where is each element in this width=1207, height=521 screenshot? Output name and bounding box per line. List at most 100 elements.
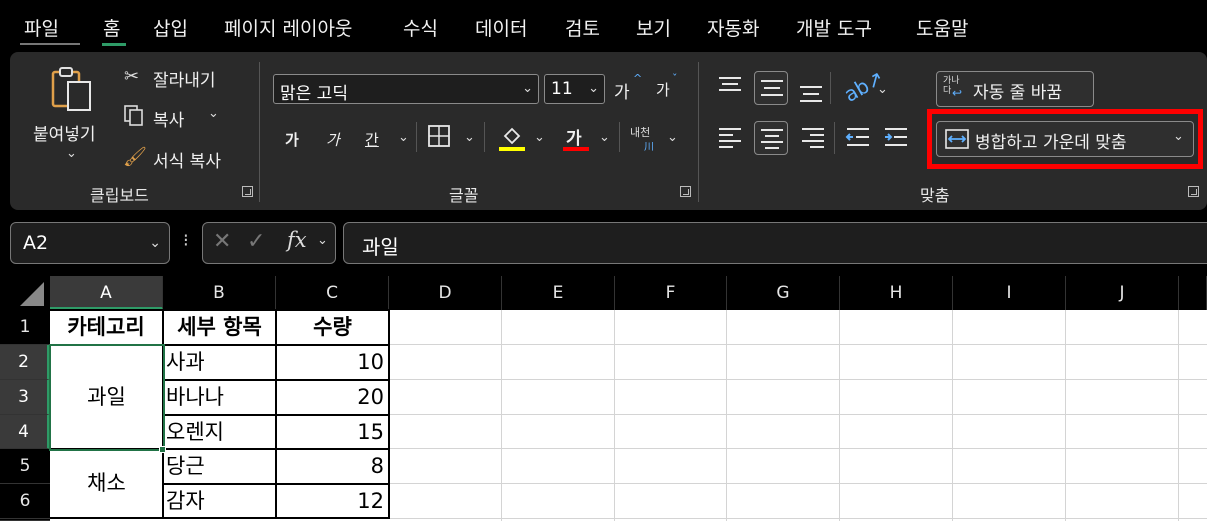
clipboard-launcher-icon[interactable] bbox=[242, 186, 253, 197]
row-header-5[interactable]: 5 bbox=[0, 449, 50, 484]
cell-c4[interactable]: 15 bbox=[279, 416, 384, 448]
cell-b4[interactable]: 오렌지 bbox=[166, 416, 274, 448]
orientation-dropdown-chevron-icon[interactable]: ⌄ bbox=[877, 82, 888, 97]
font-name-select[interactable]: 맑은 고딕 ⌄ bbox=[273, 74, 539, 104]
paste-dropdown-chevron-icon[interactable]: ⌄ bbox=[66, 146, 77, 161]
align-top-icon[interactable] bbox=[719, 77, 741, 95]
column-header-i[interactable]: I bbox=[953, 276, 1066, 310]
cell-b1[interactable]: 세부 항목 bbox=[164, 311, 275, 344]
row-header-3[interactable]: 3 bbox=[0, 380, 50, 415]
column-header-f[interactable]: F bbox=[615, 276, 727, 310]
align-left-icon[interactable] bbox=[719, 128, 741, 148]
formula-value: 과일 bbox=[362, 235, 399, 259]
alignment-launcher-icon[interactable] bbox=[1188, 186, 1199, 197]
row-header-1[interactable]: 1 bbox=[0, 310, 50, 345]
insert-function-button[interactable]: fx bbox=[287, 228, 307, 252]
column-header-b[interactable]: B bbox=[163, 276, 276, 310]
decrease-indent-icon[interactable] bbox=[845, 124, 871, 150]
active-tab-indicator bbox=[102, 43, 126, 46]
column-header-e[interactable]: E bbox=[502, 276, 615, 310]
phonetic-dropdown-chevron-icon[interactable]: ⌄ bbox=[667, 130, 678, 145]
column-header-h[interactable]: H bbox=[840, 276, 953, 310]
paste-icon[interactable] bbox=[48, 64, 98, 116]
gridline bbox=[389, 414, 1207, 415]
align-bottom-icon[interactable] bbox=[800, 83, 822, 102]
column-header-g[interactable]: G bbox=[727, 276, 840, 310]
more-options-icon[interactable]: ⁝ bbox=[183, 230, 189, 251]
font-launcher-icon[interactable] bbox=[680, 186, 691, 197]
grow-arrow-icon: ^ bbox=[633, 72, 643, 85]
tab-insert[interactable]: 삽입 bbox=[153, 14, 188, 41]
column-header-c[interactable]: C bbox=[276, 276, 389, 310]
borders-icon[interactable] bbox=[427, 124, 451, 148]
grow-font-button[interactable]: 가 bbox=[614, 78, 630, 103]
enter-check-icon[interactable]: ✓ bbox=[247, 229, 265, 254]
cell-b2[interactable]: 사과 bbox=[166, 346, 274, 379]
cell-c5[interactable]: 8 bbox=[279, 450, 384, 483]
underline-dropdown-chevron-icon[interactable]: ⌄ bbox=[398, 130, 409, 145]
column-header-k[interactable] bbox=[1179, 276, 1207, 310]
row-header-4[interactable]: 4 bbox=[0, 415, 50, 449]
font-size-select[interactable]: 11 ⌄ bbox=[544, 74, 605, 104]
format-painter-icon: 🖌 bbox=[123, 146, 148, 168]
tab-data[interactable]: 데이터 bbox=[475, 14, 527, 41]
chevron-down-icon[interactable]: ⌄ bbox=[317, 233, 328, 248]
underline-button[interactable]: 간 bbox=[365, 129, 379, 150]
table-border bbox=[50, 517, 390, 519]
name-box[interactable]: A2 ⌄ bbox=[10, 222, 170, 264]
align-right-icon[interactable] bbox=[802, 128, 824, 148]
paste-button[interactable]: 붙여넣기 bbox=[33, 120, 96, 145]
tab-view[interactable]: 보기 bbox=[636, 14, 671, 41]
cell-c6[interactable]: 12 bbox=[279, 485, 384, 517]
cell-c2[interactable]: 10 bbox=[279, 346, 384, 379]
tab-formulas[interactable]: 수식 bbox=[403, 14, 438, 41]
divider bbox=[619, 122, 620, 152]
copy-dropdown-chevron-icon[interactable]: ⌄ bbox=[208, 106, 219, 121]
format-painter-button[interactable]: 서식 복사 bbox=[153, 147, 221, 172]
cell-c3[interactable]: 20 bbox=[279, 381, 384, 414]
increase-indent-icon[interactable] bbox=[883, 124, 909, 150]
row-header-6[interactable]: 6 bbox=[0, 484, 50, 519]
cancel-icon[interactable]: ✕ bbox=[213, 229, 231, 254]
tab-help[interactable]: 도움말 bbox=[916, 14, 968, 41]
column-header-a[interactable]: A bbox=[50, 276, 163, 310]
column-header-j[interactable]: J bbox=[1066, 276, 1179, 310]
tab-automate[interactable]: 자동화 bbox=[707, 14, 759, 41]
fill-handle[interactable] bbox=[159, 446, 166, 453]
wrap-text-button[interactable]: 가나 다 ↩ 자동 줄 바꿈 bbox=[936, 71, 1094, 107]
gridline bbox=[389, 448, 1207, 449]
tab-page-layout[interactable]: 페이지 레이아웃 bbox=[224, 14, 352, 41]
gridline bbox=[389, 518, 1207, 519]
ribbon-separator bbox=[698, 62, 699, 202]
align-center-icon bbox=[761, 129, 783, 149]
row-header-2[interactable]: 2 bbox=[0, 345, 50, 380]
fill-color-icon[interactable] bbox=[499, 122, 525, 152]
column-header-d[interactable]: D bbox=[389, 276, 502, 310]
shrink-font-button[interactable]: 가 bbox=[656, 79, 670, 100]
cell-b5[interactable]: 당근 bbox=[166, 450, 274, 483]
cell-a1[interactable]: 카테고리 bbox=[50, 311, 162, 344]
align-middle-button[interactable] bbox=[754, 71, 788, 105]
fill-color-dropdown-chevron-icon[interactable]: ⌄ bbox=[534, 130, 545, 145]
tab-developer[interactable]: 개발 도구 bbox=[796, 14, 872, 41]
borders-dropdown-chevron-icon[interactable]: ⌄ bbox=[464, 130, 475, 145]
select-all-corner[interactable] bbox=[0, 276, 50, 310]
tab-home[interactable]: 홈 bbox=[103, 14, 120, 41]
formula-input[interactable]: 과일 bbox=[343, 222, 1207, 264]
cell-c1[interactable]: 수량 bbox=[277, 311, 388, 344]
copy-button[interactable]: 복사 bbox=[153, 106, 184, 131]
gridline bbox=[614, 310, 615, 521]
cell-b3[interactable]: 바나나 bbox=[166, 381, 274, 414]
font-color-button[interactable]: 가 bbox=[566, 124, 582, 149]
cell-b6[interactable]: 감자 bbox=[166, 485, 274, 517]
align-center-button[interactable] bbox=[754, 121, 788, 155]
font-color-dropdown-chevron-icon[interactable]: ⌄ bbox=[599, 130, 610, 145]
bold-button[interactable]: 가 bbox=[285, 129, 299, 150]
italic-button[interactable]: 가 bbox=[326, 129, 340, 150]
cut-button[interactable]: 잘라내기 bbox=[153, 66, 216, 91]
table-border bbox=[388, 310, 390, 519]
gridline bbox=[839, 310, 840, 521]
tab-file[interactable]: 파일 bbox=[24, 14, 59, 41]
tab-review[interactable]: 검토 bbox=[565, 14, 600, 41]
cell-a5-merged[interactable]: 채소 bbox=[51, 450, 162, 517]
